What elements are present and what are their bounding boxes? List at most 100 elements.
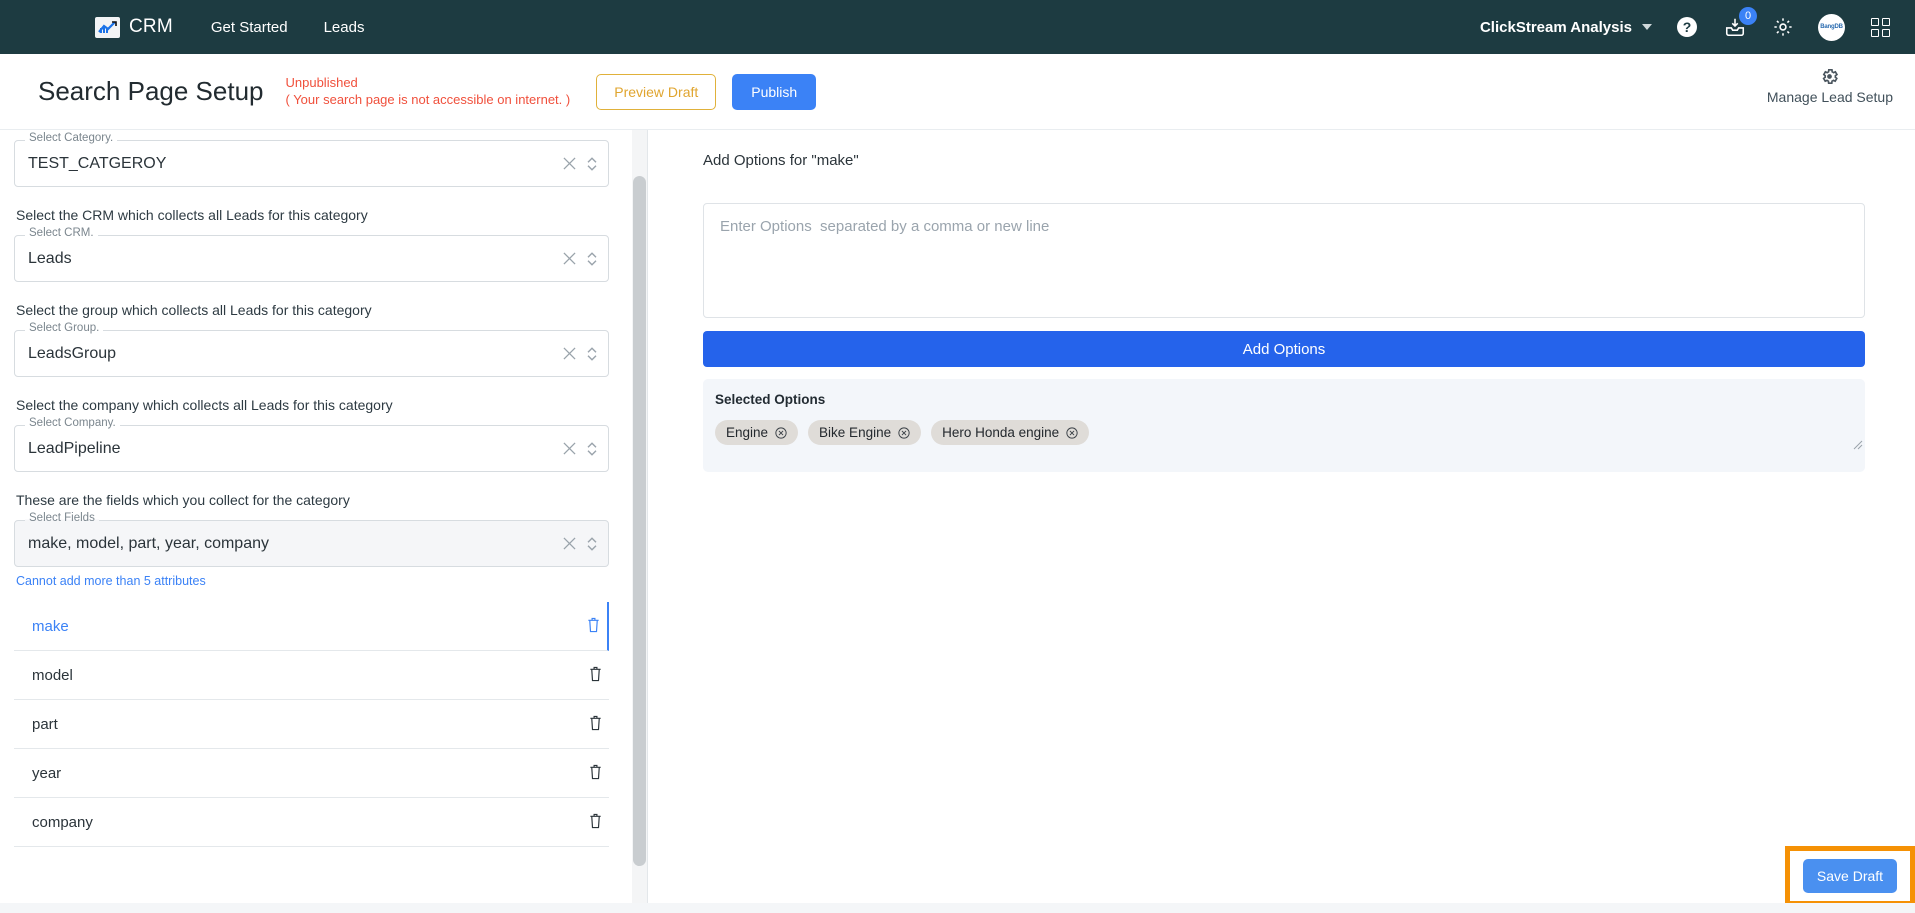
- select-category-actions: [563, 141, 598, 186]
- selected-fields-list: make model part year company: [14, 602, 609, 847]
- options-input[interactable]: [703, 203, 1865, 318]
- select-group-label: Select Group.: [25, 322, 104, 335]
- field-row-year[interactable]: year: [14, 749, 609, 798]
- delete-icon[interactable]: [586, 616, 601, 637]
- help-button[interactable]: ?: [1674, 14, 1700, 40]
- left-form-panel: Select Category. TEST_CATGEROY Select th…: [0, 130, 648, 913]
- select-company-label: Select Company.: [25, 417, 120, 430]
- remove-chip-icon[interactable]: [898, 426, 910, 439]
- navbar-left-group: CRM Get Started Leads: [0, 16, 364, 38]
- selected-options-chips: Engine Bike Engine Hero Honda engine: [715, 420, 1853, 445]
- grid-apps-icon: [1870, 17, 1890, 37]
- field-row-label: company: [32, 813, 93, 831]
- apps-button[interactable]: [1867, 14, 1893, 40]
- select-crm-actions: [563, 236, 598, 281]
- remove-chip-icon[interactable]: [775, 426, 787, 439]
- chevron-updown-icon[interactable]: [586, 156, 598, 172]
- left-panel-scrollbar[interactable]: [632, 130, 647, 913]
- remove-chip-icon[interactable]: [1066, 426, 1078, 439]
- navbar-links: Get Started Leads: [211, 19, 365, 36]
- select-company-actions: [563, 426, 598, 471]
- page-title: Search Page Setup: [38, 76, 264, 106]
- avatar-label: BangDB: [1820, 24, 1843, 30]
- chevron-updown-icon[interactable]: [586, 441, 598, 457]
- chevron-updown-icon[interactable]: [586, 536, 598, 552]
- select-group-field[interactable]: Select Group. LeadsGroup: [14, 322, 609, 377]
- scrollbar-thumb[interactable]: [633, 176, 646, 866]
- select-crm-label: Select CRM.: [25, 227, 98, 240]
- workspace-label: ClickStream Analysis: [1479, 18, 1632, 36]
- select-category-value: TEST_CATGEROY: [28, 154, 167, 172]
- manage-lead-setup-button[interactable]: Manage Lead Setup: [1767, 67, 1893, 105]
- gear-icon: [1774, 18, 1792, 36]
- select-category-label: Select Category.: [25, 132, 118, 145]
- right-options-panel: Add Options for "make" Add Options Selec…: [648, 130, 1915, 913]
- select-fields-label: Select Fields: [25, 512, 99, 525]
- clear-icon[interactable]: [563, 252, 576, 265]
- select-crm-value: Leads: [28, 249, 72, 267]
- publish-status: Unpublished ( Your search page is not ac…: [286, 74, 571, 109]
- select-company-field[interactable]: Select Company. LeadPipeline: [14, 417, 609, 472]
- clear-icon[interactable]: [563, 347, 576, 360]
- gear-icon: [1822, 69, 1839, 84]
- crm-helper-text: Select the CRM which collects all Leads …: [16, 207, 368, 223]
- delete-icon[interactable]: [588, 812, 603, 833]
- preview-draft-button[interactable]: Preview Draft: [596, 73, 717, 110]
- left-form-scroll-area: Select Category. TEST_CATGEROY Select th…: [0, 130, 647, 847]
- option-chip-label: Hero Honda engine: [942, 425, 1060, 440]
- save-draft-highlight: Save Draft: [1785, 846, 1915, 906]
- avatar[interactable]: BangDB: [1818, 13, 1845, 41]
- select-company-value: LeadPipeline: [28, 439, 121, 457]
- option-chip: Bike Engine: [808, 420, 922, 445]
- status-badge: Unpublished: [285, 75, 358, 90]
- option-chip-label: Bike Engine: [819, 425, 892, 440]
- select-fields-field[interactable]: Select Fields make, model, part, year, c…: [14, 512, 609, 567]
- brand-label: CRM: [129, 16, 173, 37]
- help-circle-icon: ?: [1677, 17, 1697, 37]
- delete-icon[interactable]: [588, 665, 603, 686]
- top-navbar: CRM Get Started Leads ClickStream Analys…: [0, 0, 1915, 54]
- company-helper-text: Select the company which collects all Le…: [16, 397, 393, 413]
- main-content: Select Category. TEST_CATGEROY Select th…: [0, 130, 1915, 913]
- field-row-label: year: [32, 764, 62, 782]
- inbox-button[interactable]: 0: [1722, 7, 1757, 40]
- field-row-make[interactable]: make: [14, 602, 609, 651]
- group-helper-text: Select the group which collects all Lead…: [16, 302, 372, 318]
- delete-icon[interactable]: [588, 763, 603, 784]
- nav-link-get-started[interactable]: Get Started: [211, 19, 288, 36]
- page-header: Search Page Setup Unpublished ( Your sea…: [0, 54, 1915, 130]
- settings-button[interactable]: [1770, 14, 1796, 40]
- field-row-company[interactable]: company: [14, 798, 609, 847]
- navbar-right-group: ClickStream Analysis ? 0 BangDB: [1480, 7, 1893, 41]
- save-draft-button[interactable]: Save Draft: [1802, 859, 1898, 893]
- publish-button[interactable]: Publish: [732, 73, 817, 110]
- field-row-model[interactable]: model: [14, 651, 609, 700]
- option-chip: Engine: [715, 420, 799, 445]
- clear-icon[interactable]: [563, 157, 576, 170]
- manage-lead-setup-label: Manage Lead Setup: [1766, 89, 1893, 105]
- field-row-label: model: [32, 666, 73, 684]
- inbox-badge: 0: [1739, 7, 1757, 25]
- select-category-field[interactable]: Select Category. TEST_CATGEROY: [14, 132, 609, 187]
- status-description: ( Your search page is not accessible on …: [285, 92, 571, 107]
- select-group-value: LeadsGroup: [28, 344, 117, 362]
- brand[interactable]: CRM: [95, 16, 173, 38]
- option-chip-label: Engine: [726, 425, 769, 440]
- nav-link-leads[interactable]: Leads: [324, 19, 365, 36]
- field-row-label: make: [32, 617, 69, 635]
- select-crm-field[interactable]: Select CRM. Leads: [14, 227, 609, 282]
- chevron-updown-icon[interactable]: [586, 251, 598, 267]
- add-options-title: Add Options for "make": [703, 152, 859, 169]
- delete-icon[interactable]: [588, 714, 603, 735]
- workspace-selector[interactable]: ClickStream Analysis: [1480, 19, 1652, 36]
- option-chip: Hero Honda engine: [931, 420, 1090, 445]
- chevron-updown-icon[interactable]: [586, 346, 598, 362]
- add-options-button[interactable]: Add Options: [703, 331, 1865, 367]
- clear-icon[interactable]: [563, 537, 576, 550]
- clear-icon[interactable]: [563, 442, 576, 455]
- selected-options-panel: Selected Options Engine Bike Engine Hero…: [703, 379, 1865, 472]
- footer-bar: [0, 903, 1915, 913]
- select-fields-actions: [563, 521, 598, 566]
- field-row-label: part: [32, 715, 58, 733]
- field-row-part[interactable]: part: [14, 700, 609, 749]
